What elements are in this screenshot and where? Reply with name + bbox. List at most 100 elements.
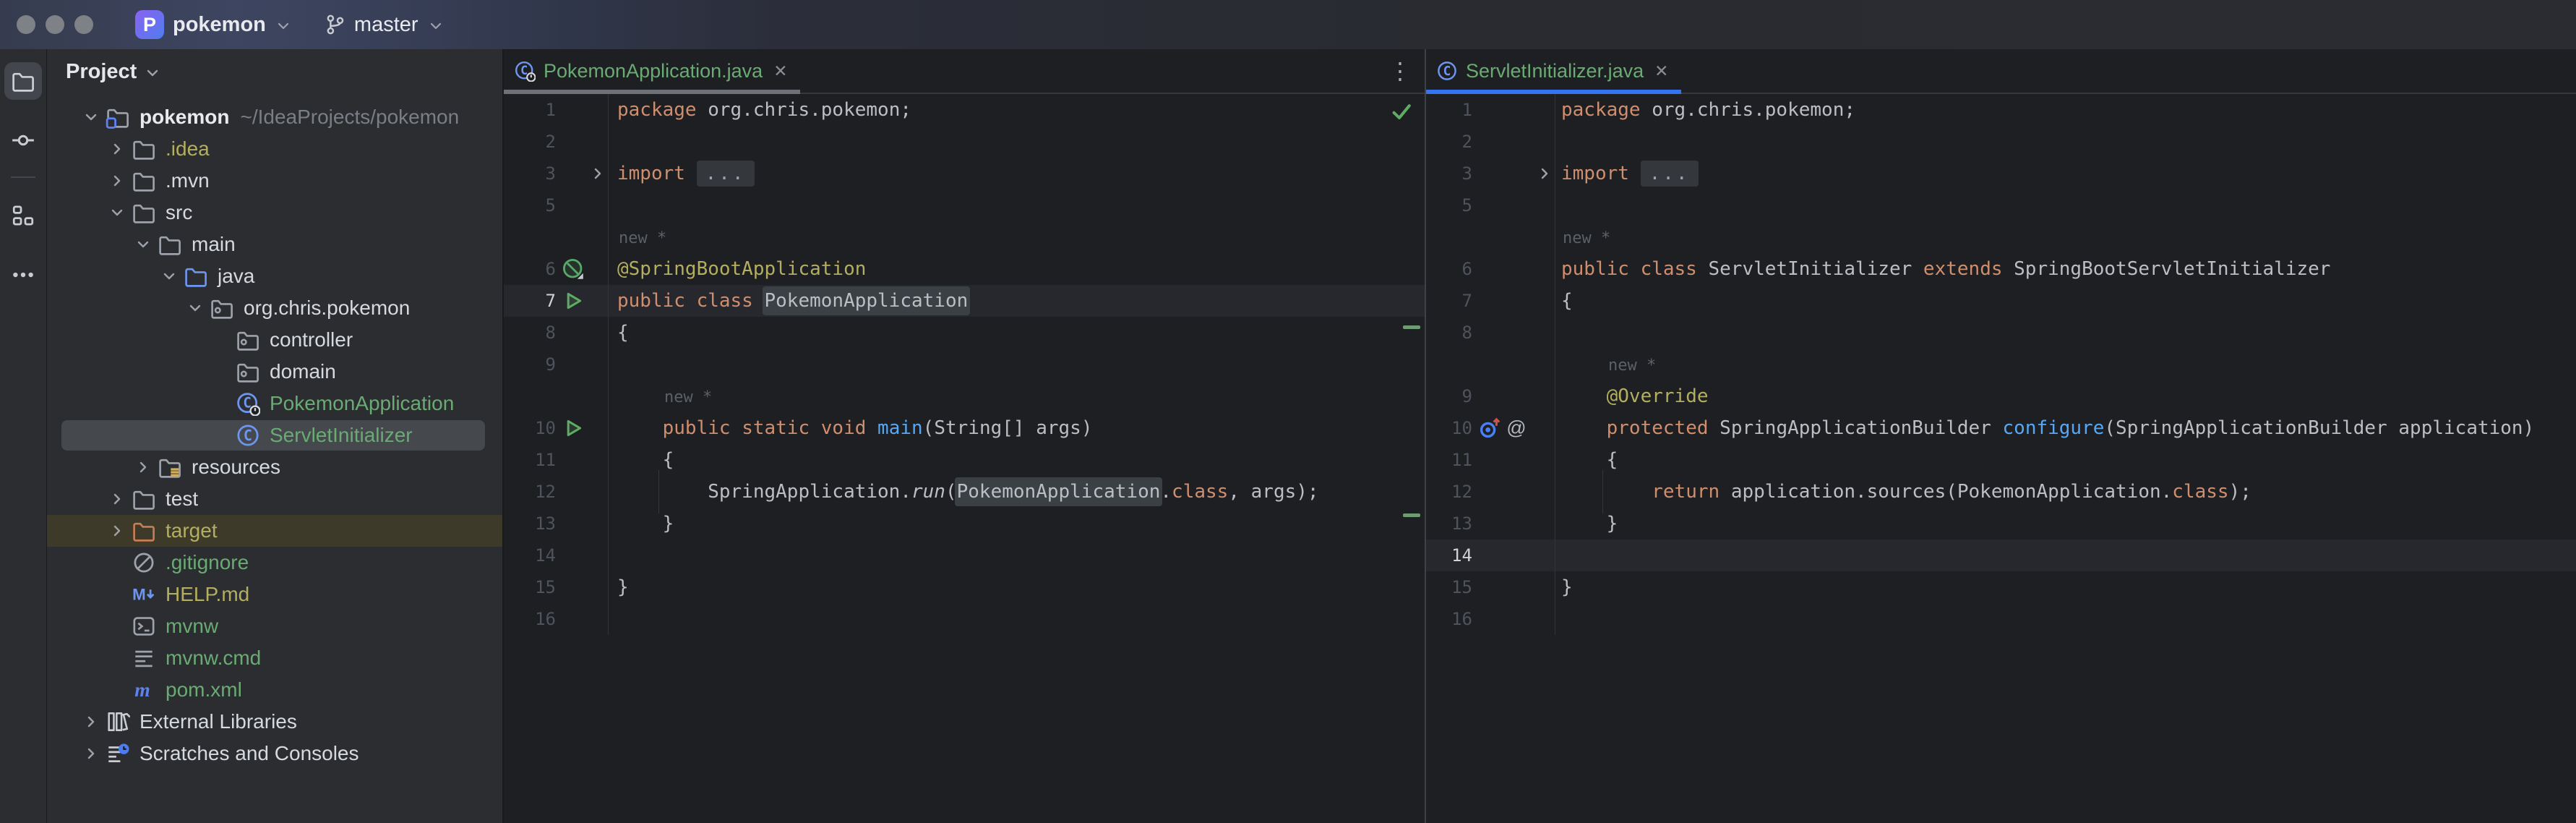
code-line-1[interactable]: 1package org.chris.pokemon; (504, 94, 1425, 126)
code-line-8[interactable]: 8 (1426, 317, 2576, 349)
code-vision-author-inlay[interactable]: new * (619, 229, 666, 247)
chevron-down-icon[interactable] (77, 108, 106, 126)
chevron-right-icon[interactable] (103, 140, 132, 158)
chevron-right-icon[interactable] (129, 459, 158, 476)
tree-item-controller[interactable]: controller (47, 324, 502, 356)
tree-item-scratches-and-consoles[interactable]: Scratches and Consoles (47, 738, 502, 769)
activity-bar-item-structure[interactable] (4, 197, 42, 234)
code-line-3[interactable]: 3import ... (1426, 158, 2576, 189)
code-vision-inlay-row[interactable]: new * (504, 221, 1425, 253)
code-vision-author-inlay[interactable]: new * (1563, 229, 1610, 247)
tree-item--mvn[interactable]: .mvn (47, 165, 502, 197)
chevron-down-icon[interactable] (181, 299, 210, 317)
code-line-9[interactable]: 9 @Override (1426, 380, 2576, 412)
code-line-10[interactable]: 10 public static void main(String[] args… (504, 412, 1425, 444)
folded-imports-region[interactable]: ... (1641, 161, 1699, 187)
code-line-13[interactable]: 13 } (504, 508, 1425, 540)
tree-item--idea[interactable]: .idea (47, 133, 502, 165)
tab-servletinitializer-java[interactable]: C ServletInitializer.java ✕ (1426, 49, 1681, 93)
tree-item-mvnw[interactable]: mvnw (47, 610, 502, 642)
code-vision-author-inlay[interactable]: new * (664, 388, 712, 406)
tree-item-target[interactable]: target (47, 515, 502, 547)
kebab-menu-icon[interactable]: ⋮ (1388, 49, 1412, 93)
fold-chevron-icon[interactable] (589, 165, 606, 182)
code-line-8[interactable]: 8{ (504, 317, 1425, 349)
code-line-9[interactable]: 9 (504, 349, 1425, 380)
code-vision-inlay-row[interactable]: new * (504, 380, 1425, 412)
folder-icon (158, 232, 182, 257)
code-line-16[interactable]: 16 (504, 603, 1425, 635)
close-icon[interactable]: ✕ (773, 61, 787, 81)
chevron-down-icon[interactable] (155, 268, 184, 285)
code-line-14[interactable]: 14 (1426, 540, 2576, 571)
activity-bar-item-commit[interactable] (4, 121, 42, 159)
spring-boot-icon[interactable] (562, 257, 585, 281)
tree-item-resources[interactable]: resources (47, 451, 502, 483)
folded-imports-region[interactable]: ... (697, 161, 755, 187)
code-line-12[interactable]: 12 SpringApplication.run(PokemonApplicat… (504, 476, 1425, 508)
code-line-5[interactable]: 5 (504, 189, 1425, 221)
close-icon[interactable]: ✕ (1654, 61, 1668, 81)
code-line-2[interactable]: 2 (504, 126, 1425, 158)
code-line-10[interactable]: 10@ protected SpringApplicationBuilder c… (1426, 412, 2576, 444)
tree-item-src[interactable]: src (47, 197, 502, 229)
tab-pokemonapplication-java[interactable]: C PokemonApplication.java ✕ (504, 49, 800, 93)
activity-bar-item-project[interactable] (4, 62, 42, 100)
package-icon (210, 296, 234, 320)
code-line-5[interactable]: 5 (1426, 189, 2576, 221)
code-line-15[interactable]: 15} (504, 571, 1425, 603)
code-vision-author-inlay[interactable]: new * (1608, 357, 1656, 375)
project-panel-header[interactable]: Project (47, 49, 502, 94)
tree-item-pokemon[interactable]: pokemon~/IdeaProjects/pokemon (47, 101, 502, 133)
chevron-right-icon[interactable] (103, 522, 132, 540)
chevron-right-icon[interactable] (103, 490, 132, 508)
window-close-button[interactable] (17, 15, 35, 34)
tree-item-test[interactable]: test (47, 483, 502, 515)
code-line-7[interactable]: 7{ (1426, 285, 2576, 317)
gutter (556, 603, 608, 635)
annotated-icon[interactable]: @ (1505, 417, 1528, 440)
chevron-down-icon[interactable] (103, 204, 132, 221)
code-vision-inlay-row[interactable]: new * (1426, 221, 2576, 253)
tree-item-help-md[interactable]: MHELP.md (47, 579, 502, 610)
code-editor-servletinitializer[interactable]: 1package org.chris.pokemon;23import ...5… (1426, 94, 2576, 635)
code-line-6[interactable]: 6public class ServletInitializer extends… (1426, 253, 2576, 285)
code-line-13[interactable]: 13 } (1426, 508, 2576, 540)
tree-item--gitignore[interactable]: .gitignore (47, 547, 502, 579)
tree-item-org-chris-pokemon[interactable]: org.chris.pokemon (47, 292, 502, 324)
code-line-16[interactable]: 16 (1426, 603, 2576, 635)
tree-item-pom-xml[interactable]: mpom.xml (47, 674, 502, 706)
code-line-11[interactable]: 11 { (1426, 444, 2576, 476)
window-minimize-button[interactable] (46, 15, 64, 34)
code-line-2[interactable]: 2 (1426, 126, 2576, 158)
code-line-12[interactable]: 12 return application.sources(PokemonApp… (1426, 476, 2576, 508)
code-line-15[interactable]: 15} (1426, 571, 2576, 603)
code-line-3[interactable]: 3import ... (504, 158, 1425, 189)
tree-item-pokemonapplication[interactable]: CPokemonApplication (47, 388, 502, 419)
code-line-11[interactable]: 11 { (504, 444, 1425, 476)
chevron-right-icon[interactable] (103, 172, 132, 189)
run-icon[interactable] (562, 417, 585, 440)
tree-item-external-libraries[interactable]: External Libraries (47, 706, 502, 738)
tree-item-domain[interactable]: domain (47, 356, 502, 388)
activity-bar-item-more-tool-windows[interactable] (4, 256, 42, 294)
overrides-method-icon[interactable] (1478, 417, 1501, 440)
code-line-6[interactable]: 6@SpringBootApplication (504, 253, 1425, 285)
vcs-branch-widget[interactable]: master (318, 7, 450, 42)
tree-item-mvnw-cmd[interactable]: mvnw.cmd (47, 642, 502, 674)
tree-item-java[interactable]: java (47, 260, 502, 292)
code-line-1[interactable]: 1package org.chris.pokemon; (1426, 94, 2576, 126)
project-widget[interactable]: P pokemon (129, 7, 298, 42)
window-zoom-button[interactable] (74, 15, 93, 34)
fold-chevron-icon[interactable] (1536, 165, 1553, 182)
code-line-14[interactable]: 14 (504, 540, 1425, 571)
tree-item-main[interactable]: main (47, 229, 502, 260)
tree-item-servletinitializer[interactable]: CServletInitializer (47, 419, 502, 451)
chevron-down-icon[interactable] (129, 236, 158, 253)
code-editor-pokemonapplication[interactable]: 1package org.chris.pokemon;23import ...5… (504, 94, 1425, 635)
chevron-right-icon[interactable] (77, 745, 106, 762)
code-line-7[interactable]: 7public class PokemonApplication (504, 285, 1425, 317)
chevron-right-icon[interactable] (77, 713, 106, 730)
run-icon[interactable] (562, 289, 585, 312)
code-vision-inlay-row[interactable]: new * (1426, 349, 2576, 380)
